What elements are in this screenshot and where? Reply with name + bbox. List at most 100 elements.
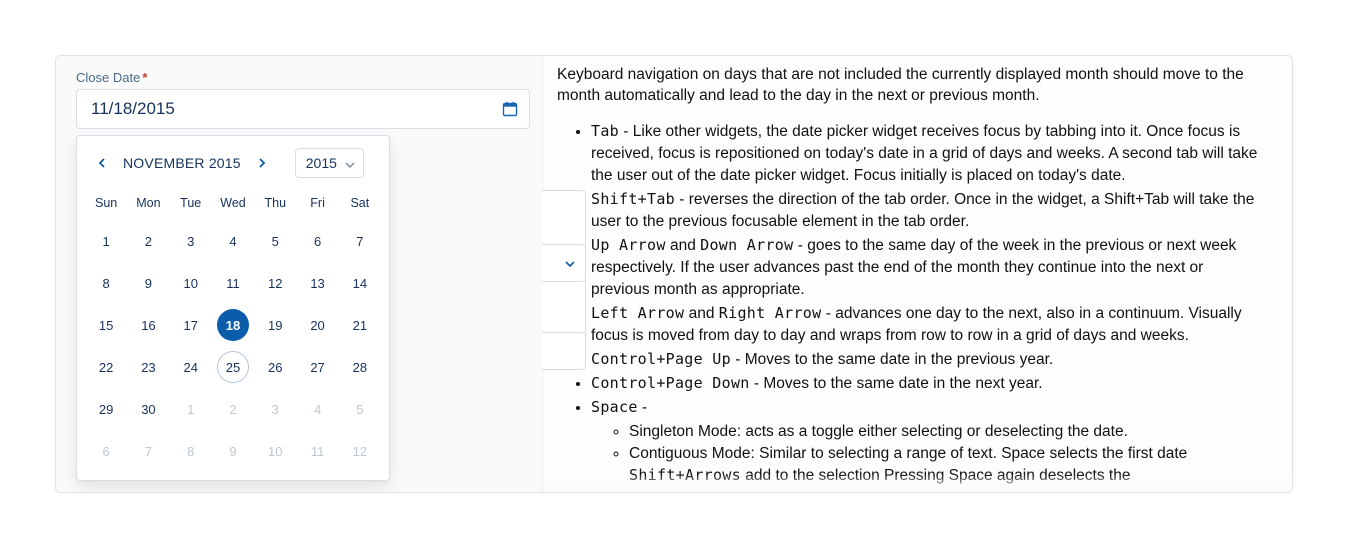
calendar-day[interactable]: 23 [127, 346, 169, 388]
calendar-day-number: 8 [175, 435, 207, 467]
calendar-day[interactable]: 1 [85, 220, 127, 262]
doc-item: Left Arrow and Right Arrow - advances on… [591, 303, 1264, 347]
calendar-day[interactable]: 29 [85, 388, 127, 430]
doc-list: Tab - Like other widgets, the date picke… [557, 121, 1264, 487]
calendar-day-number: 22 [90, 351, 122, 383]
calendar-day-number: 16 [132, 309, 164, 341]
calendar-day[interactable]: 21 [339, 304, 381, 346]
calendar-grid: SunMonTueWedThuFriSat 123456789101112131… [85, 186, 381, 472]
calendar-day[interactable]: 16 [127, 304, 169, 346]
calendar-day-number: 20 [302, 309, 334, 341]
calendar-day-number: 3 [259, 393, 291, 425]
doc-item: Tab - Like other widgets, the date picke… [591, 121, 1264, 187]
calendar-day[interactable]: 5 [254, 220, 296, 262]
calendar-day[interactable]: 6 [296, 220, 338, 262]
calendar-day[interactable]: 9 [212, 430, 254, 472]
calendar-day[interactable]: 12 [254, 262, 296, 304]
calendar-day[interactable]: 7 [127, 430, 169, 472]
calendar-day-number: 9 [132, 267, 164, 299]
keycap: Tab [591, 122, 619, 140]
calendar-day[interactable]: 30 [127, 388, 169, 430]
calendar-day[interactable]: 9 [127, 262, 169, 304]
doc-item: Up Arrow and Down Arrow - goes to the sa… [591, 235, 1264, 301]
calendar-day[interactable]: 28 [339, 346, 381, 388]
doc-item: Control+Page Down - Moves to the same da… [591, 373, 1264, 395]
calendar-day[interactable]: 15 [85, 304, 127, 346]
keycap: Space [591, 398, 638, 416]
calendar-day[interactable]: 27 [296, 346, 338, 388]
close-date-input[interactable] [76, 89, 530, 129]
calendar-day[interactable]: 2 [127, 220, 169, 262]
keycap: Right Arrow [719, 304, 822, 322]
keycap: Left Arrow [591, 304, 684, 322]
calendar-day[interactable]: 8 [170, 430, 212, 472]
calendar-day-number: 18 [217, 309, 249, 341]
weekday-header: Fri [296, 186, 338, 220]
calendar-day[interactable]: 19 [254, 304, 296, 346]
calendar-day-today[interactable]: 25 [212, 346, 254, 388]
calendar-day[interactable]: 3 [170, 220, 212, 262]
calendar-day[interactable]: 10 [170, 262, 212, 304]
weekday-header: Thu [254, 186, 296, 220]
calendar-day[interactable]: 6 [85, 430, 127, 472]
calendar-day-number: 2 [132, 225, 164, 257]
calendar-day[interactable]: 8 [85, 262, 127, 304]
calendar-day-number: 19 [259, 309, 291, 341]
prev-month-button[interactable] [89, 150, 115, 176]
calendar-day-number: 13 [302, 267, 334, 299]
documentation-pane: Keyboard navigation on days that are not… [542, 56, 1292, 492]
calendar-day[interactable]: 20 [296, 304, 338, 346]
doc-subitem: Contiguous Mode: Similar to selecting a … [629, 443, 1264, 487]
calendar-day-number: 2 [217, 393, 249, 425]
calendar-icon[interactable] [500, 99, 520, 119]
next-month-button[interactable] [249, 150, 275, 176]
calendar-day-number: 12 [344, 435, 376, 467]
calendar-day[interactable]: 4 [212, 220, 254, 262]
chevron-down-icon [345, 155, 355, 171]
calendar-day-number: 7 [132, 435, 164, 467]
calendar-day[interactable]: 13 [296, 262, 338, 304]
calendar-day-number: 23 [132, 351, 164, 383]
calendar-day-number: 5 [259, 225, 291, 257]
calendar-day-number: 24 [175, 351, 207, 383]
calendar-day-number: 30 [132, 393, 164, 425]
calendar-day[interactable]: 5 [339, 388, 381, 430]
doc-item: Space -Singleton Mode: acts as a toggle … [591, 397, 1264, 487]
calendar-day-number: 6 [302, 225, 334, 257]
calendar-day[interactable]: 17 [170, 304, 212, 346]
calendar-day-number: 7 [344, 225, 376, 257]
calendar-day-number: 1 [90, 225, 122, 257]
calendar-day-number: 5 [344, 393, 376, 425]
keycap: Up Arrow [591, 236, 666, 254]
calendar-day[interactable]: 12 [339, 430, 381, 472]
calendar-day-number: 4 [217, 225, 249, 257]
calendar-day-number: 14 [344, 267, 376, 299]
calendar-day[interactable]: 7 [339, 220, 381, 262]
doc-item: Shift+Tab - reverses the direction of th… [591, 189, 1264, 233]
calendar-day[interactable]: 11 [212, 262, 254, 304]
calendar-day[interactable]: 3 [254, 388, 296, 430]
doc-intro: Keyboard navigation on days that are not… [557, 64, 1264, 107]
calendar-day-number: 21 [344, 309, 376, 341]
chevron-down-icon [565, 254, 575, 272]
weekday-header: Sat [339, 186, 381, 220]
calendar-day[interactable]: 14 [339, 262, 381, 304]
calendar-day[interactable]: 26 [254, 346, 296, 388]
calendar-day[interactable]: 22 [85, 346, 127, 388]
keycap: Shift+Arrows [629, 466, 741, 484]
keycap: Control+Page Down [591, 374, 750, 392]
calendar-day[interactable]: 24 [170, 346, 212, 388]
calendar-day-number: 1 [175, 393, 207, 425]
calendar-day-selected[interactable]: 18 [212, 304, 254, 346]
weekday-header: Sun [85, 186, 127, 220]
calendar-day[interactable]: 2 [212, 388, 254, 430]
year-select[interactable]: 2015 [295, 148, 364, 178]
keycap: Control+Page Up [591, 350, 731, 368]
calendar-day[interactable]: 11 [296, 430, 338, 472]
calendar-day[interactable]: 1 [170, 388, 212, 430]
calendar-day-number: 4 [302, 393, 334, 425]
calendar-day[interactable]: 10 [254, 430, 296, 472]
calendar-day[interactable]: 4 [296, 388, 338, 430]
calendar-day-number: 28 [344, 351, 376, 383]
calendar-day-number: 10 [175, 267, 207, 299]
